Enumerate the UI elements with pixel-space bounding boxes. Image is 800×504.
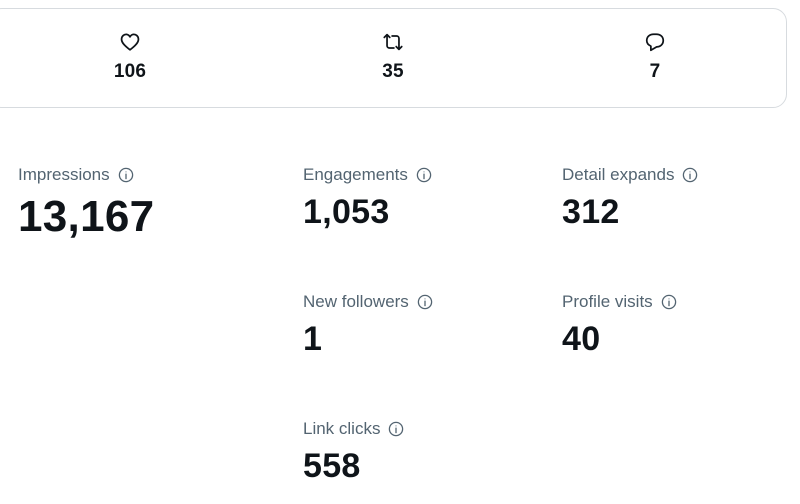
info-icon[interactable] [661,294,677,310]
profile-visits-value: 40 [562,320,601,358]
detail-expands-label: Detail expands [562,165,675,184]
profile-visits-label: Profile visits [562,292,653,311]
link-clicks-metric: Link clicks 558 [303,419,404,485]
info-icon[interactable] [682,167,698,183]
repost-icon [382,31,404,53]
impressions-value: 13,167 [18,192,155,241]
link-clicks-label: Link clicks [303,419,381,438]
likes-stat[interactable]: 106 [100,31,160,82]
heart-icon [119,31,141,53]
reply-icon [644,31,666,53]
engagements-label: Engagements [303,165,408,184]
new-followers-label: New followers [303,292,409,311]
impressions-metric: Impressions 13,167 [18,165,154,241]
detail-expands-metric: Detail expands 312 [562,165,698,231]
engagements-value: 1,053 [303,193,390,231]
replies-stat[interactable]: 7 [625,31,685,82]
new-followers-metric: New followers 1 [303,292,433,358]
link-clicks-value: 558 [303,447,361,485]
info-icon[interactable] [118,167,134,183]
profile-visits-metric: Profile visits 40 [562,292,677,358]
detail-expands-value: 312 [562,193,620,231]
info-icon[interactable] [388,421,404,437]
post-analytics-panel: 106 35 7 Impressions 13,167 Engagements … [0,0,800,504]
engagements-metric: Engagements 1,053 [303,165,432,231]
info-icon[interactable] [416,167,432,183]
likes-count: 106 [113,61,147,82]
impressions-label: Impressions [18,165,110,184]
info-icon[interactable] [417,294,433,310]
reposts-stat[interactable]: 35 [363,31,423,82]
new-followers-value: 1 [303,320,323,358]
reposts-count: 35 [382,61,404,82]
replies-count: 7 [649,61,661,82]
engagement-summary-card: 106 35 7 [0,8,787,108]
